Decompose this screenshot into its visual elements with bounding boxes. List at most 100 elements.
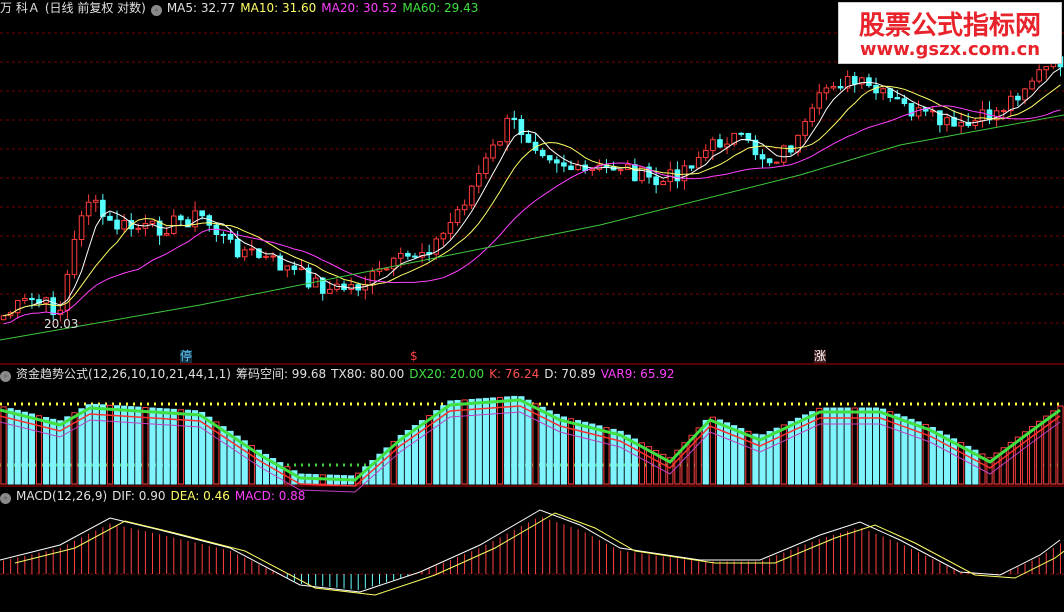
fund-bar bbox=[624, 434, 631, 485]
candle-body bbox=[199, 210, 205, 217]
candle-body bbox=[915, 107, 922, 117]
candle-body bbox=[298, 267, 305, 270]
candle-body bbox=[617, 169, 624, 172]
candle-body bbox=[851, 76, 858, 85]
macd-name: MACD(12,26,9) bbox=[16, 489, 108, 503]
fund-bar bbox=[950, 438, 958, 485]
fund-bar bbox=[844, 407, 851, 485]
candle-body bbox=[837, 86, 844, 89]
chart-stage: 万 科Ａ (日线 前复权 对数) ◦ MA5: 32.77 MA10: 31.60 MA2… bbox=[0, 0, 1064, 612]
candle-body bbox=[227, 233, 234, 240]
candle-body bbox=[78, 215, 85, 241]
period-label: (日线 前复权 对数) bbox=[44, 1, 146, 15]
fund-bar bbox=[617, 430, 624, 485]
candle-body bbox=[461, 204, 468, 211]
ma20-value: MA20: 30.52 bbox=[321, 1, 398, 15]
candle-body bbox=[483, 157, 489, 175]
candle-body bbox=[121, 220, 127, 230]
candle-body bbox=[497, 141, 503, 146]
var9-value: VAR9: 65.92 bbox=[600, 367, 675, 381]
candle-body bbox=[390, 257, 397, 270]
candle-body bbox=[1043, 66, 1050, 71]
dif-value: DIF: 0.90 bbox=[112, 489, 166, 503]
fund-bar bbox=[738, 428, 745, 485]
candle-body bbox=[64, 273, 71, 311]
fund-bar bbox=[0, 406, 7, 485]
fund-bar bbox=[525, 399, 532, 485]
candle-body bbox=[823, 87, 830, 94]
fund-bar bbox=[482, 397, 489, 485]
marker-dollar: $ bbox=[410, 349, 418, 363]
fund-bar bbox=[511, 395, 518, 485]
fund-bar bbox=[454, 399, 461, 485]
fund-bar bbox=[170, 408, 177, 485]
candle-body bbox=[816, 92, 823, 109]
fund-bar bbox=[234, 435, 241, 485]
watermark-title: 股票公式指标网 bbox=[858, 11, 1041, 41]
candle-body bbox=[880, 88, 886, 94]
candle-body bbox=[114, 219, 120, 230]
fund-bar bbox=[113, 405, 121, 485]
candle-body bbox=[1022, 88, 1028, 101]
candle-body bbox=[717, 139, 723, 148]
fund-bar bbox=[943, 434, 951, 485]
candle-body bbox=[241, 249, 248, 258]
candle-body bbox=[440, 232, 447, 240]
candle-body bbox=[249, 248, 255, 251]
candle-body bbox=[468, 185, 475, 206]
candle-body bbox=[263, 255, 269, 258]
candle-body bbox=[291, 265, 298, 270]
candle-body bbox=[802, 120, 808, 136]
candle-body bbox=[284, 265, 291, 271]
candle-body bbox=[0, 315, 7, 321]
candle-body bbox=[653, 176, 659, 186]
d-value: D: 70.89 bbox=[544, 367, 596, 381]
candle-body bbox=[554, 159, 560, 164]
fund-bar bbox=[752, 433, 759, 485]
candle-body bbox=[830, 86, 837, 89]
candle-body bbox=[504, 117, 510, 143]
fund-bar bbox=[518, 396, 525, 485]
candle-body bbox=[901, 98, 908, 105]
candle-body bbox=[575, 164, 581, 171]
settings-circle-icon[interactable]: ◦ bbox=[0, 493, 11, 504]
fund-bar bbox=[766, 431, 773, 485]
dx20-value: DX20: 20.00 bbox=[409, 367, 485, 381]
chip-space-value: 筹码空间: 99.68 bbox=[235, 367, 327, 381]
stock-chart-canvas bbox=[0, 32, 1064, 596]
fund-bar bbox=[745, 430, 752, 485]
dif-line bbox=[0, 509, 1061, 593]
candle-body bbox=[525, 134, 532, 143]
candle-body bbox=[178, 215, 184, 221]
fund-bar bbox=[475, 398, 482, 485]
fund-bar bbox=[872, 407, 880, 485]
fund-bar bbox=[830, 407, 837, 485]
candle-body bbox=[539, 149, 546, 157]
candle-body bbox=[476, 173, 482, 187]
settings-circle-icon[interactable]: ◦ bbox=[0, 371, 11, 382]
candle-body bbox=[107, 215, 113, 221]
candle-body bbox=[234, 238, 241, 258]
settings-circle-icon[interactable]: ◦ bbox=[150, 5, 162, 16]
candle-body bbox=[809, 107, 815, 122]
candle-body bbox=[490, 144, 496, 159]
candle-body bbox=[397, 252, 404, 259]
candle-body bbox=[92, 199, 99, 203]
candle-body bbox=[170, 215, 177, 234]
fund-bar bbox=[596, 425, 603, 485]
fund-bar bbox=[92, 403, 99, 485]
candle-body bbox=[561, 162, 567, 167]
dea-value: DEA: 0.46 bbox=[170, 489, 230, 503]
fund-bar bbox=[504, 396, 511, 485]
candle-body bbox=[348, 284, 354, 291]
ma60-value: MA60: 29.43 bbox=[402, 1, 479, 15]
fund-bar bbox=[142, 407, 149, 485]
candle-body bbox=[773, 161, 780, 164]
watermark-logo: 股票公式指标网 www.gszx.com.cn bbox=[838, 2, 1062, 64]
stock-name: 万 科Ａ bbox=[0, 1, 40, 15]
fund-bar bbox=[184, 409, 192, 485]
candle-body bbox=[894, 97, 901, 100]
candle-body bbox=[702, 150, 709, 159]
fund-bar bbox=[496, 396, 504, 485]
fund-bar bbox=[603, 427, 610, 485]
